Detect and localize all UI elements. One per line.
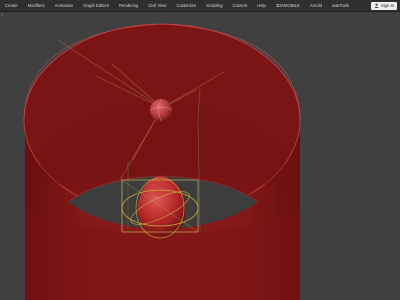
menu-help[interactable]: Help [252, 0, 271, 11]
menu-3dsmobile[interactable]: 3DSMOBILE [271, 0, 305, 11]
menu-animation[interactable]: Animation [50, 0, 79, 11]
menu-waktools[interactable]: wakTools [327, 0, 354, 11]
menu-civil-view[interactable]: Civil View [143, 0, 171, 11]
menu-graph-editors[interactable]: Graph Editors [78, 0, 114, 11]
menu-content[interactable]: Content [228, 0, 253, 11]
main-menubar: Create Modifiers Animation Graph Editors… [0, 0, 400, 12]
menu-customize[interactable]: Customize [171, 0, 201, 11]
sign-in-button[interactable]: Sign In [370, 1, 397, 10]
viewport-scene [23, 23, 301, 300]
viewport-label[interactable]: + [0, 12, 3, 17]
menu-scripting[interactable]: Scripting [201, 0, 227, 11]
perspective-viewport[interactable] [0, 12, 400, 300]
top-light-sphere[interactable] [149, 98, 173, 122]
sign-in-label: Sign In [380, 2, 394, 8]
user-icon [374, 3, 379, 8]
menu-arnold[interactable]: Arnold [305, 0, 327, 11]
menu-create[interactable]: Create [0, 0, 23, 11]
menu-modifiers[interactable]: Modifiers [23, 0, 50, 11]
3dsmax-window: Create Modifiers Animation Graph Editors… [0, 0, 400, 300]
menu-rendering[interactable]: Rendering [114, 0, 143, 11]
